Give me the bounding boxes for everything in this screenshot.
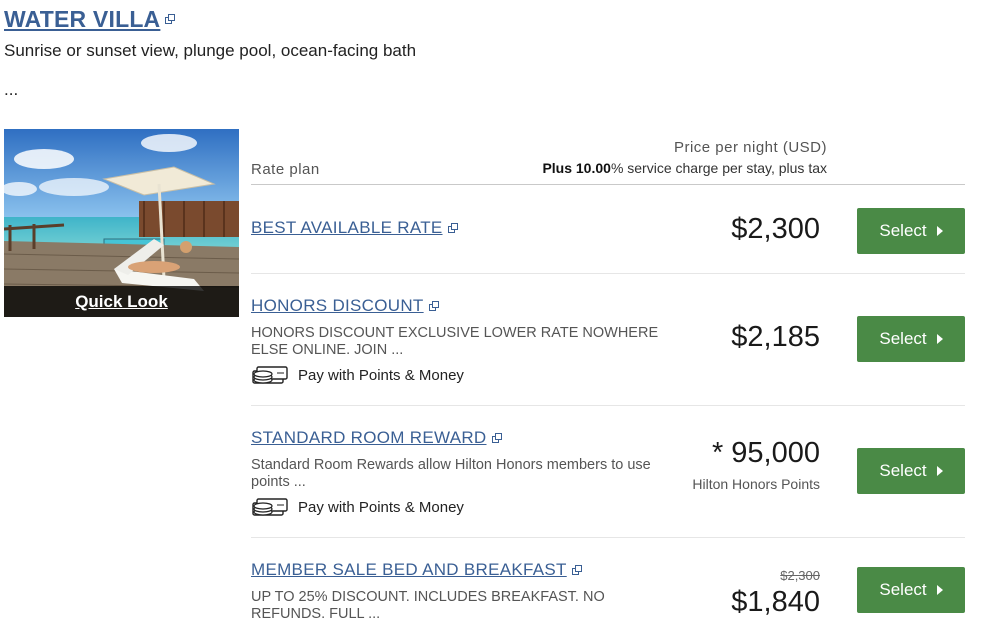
rate-points-price: * 95,000	[711, 437, 820, 469]
caret-right-icon	[936, 334, 943, 344]
service-charge-text: % service charge per stay, plus tax	[610, 160, 827, 176]
pay-with-points-money: Pay with Points & Money	[251, 364, 464, 386]
select-button[interactable]: Select	[857, 448, 965, 494]
rate-name-wrap: MEMBER SALE BED AND BREAKFAST	[251, 560, 583, 580]
pay-with-points-money: Pay with Points & Money	[251, 496, 464, 518]
points-money-icon	[252, 498, 288, 516]
rate-points-unit: Hilton Honors Points	[692, 476, 820, 492]
rate-name-wrap: STANDARD ROOM REWARD	[251, 428, 503, 448]
rate-description: UP TO 25% DISCOUNT. INCLUDES BREAKFAST. …	[251, 589, 605, 622]
pay-with-points-label: Pay with Points & Money	[298, 366, 464, 384]
select-button-label: Select	[879, 221, 927, 240]
rate-name-link[interactable]: STANDARD ROOM REWARD	[251, 428, 487, 448]
quick-look-link[interactable]: Quick Look	[75, 292, 168, 312]
rate-name-wrap: BEST AVAILABLE RATE	[251, 218, 459, 238]
original-price-strikethrough: $2,300	[780, 568, 820, 583]
select-button-label: Select	[879, 580, 927, 599]
select-button-label: Select	[879, 329, 927, 348]
caret-right-icon	[936, 466, 943, 476]
rate-price: $1,840	[731, 586, 820, 618]
rate-row: MEMBER SALE BED AND BREAKFAST UP TO 25% …	[251, 538, 965, 640]
rate-name-wrap: HONORS DISCOUNT	[251, 296, 440, 316]
rate-table-header: Rate plan Price per night (USD) Plus 10.…	[251, 135, 965, 185]
room-title-row: WATER VILLA	[4, 6, 176, 33]
rate-name-link[interactable]: BEST AVAILABLE RATE	[251, 218, 443, 238]
rate-plan-column-header: Rate plan	[251, 161, 320, 178]
rate-name-link[interactable]: MEMBER SALE BED AND BREAKFAST	[251, 560, 567, 580]
points-money-icon	[252, 366, 288, 384]
select-button[interactable]: Select	[857, 208, 965, 254]
external-link-icon[interactable]	[165, 14, 176, 25]
room-more-ellipsis[interactable]: ...	[4, 80, 18, 100]
pay-with-points-label: Pay with Points & Money	[298, 498, 464, 516]
select-button[interactable]: Select	[857, 316, 965, 362]
rate-price: $2,185	[731, 321, 820, 353]
service-charge-rate: Plus 10.00	[542, 160, 611, 176]
external-link-icon[interactable]	[447, 222, 459, 234]
rate-name-link[interactable]: HONORS DISCOUNT	[251, 296, 424, 316]
rate-row: HONORS DISCOUNT HONORS DISCOUNT EXCLUSIV…	[251, 274, 965, 406]
price-per-night-header: Price per night (USD)	[673, 139, 827, 156]
external-link-icon[interactable]	[491, 432, 503, 444]
caret-right-icon	[936, 226, 943, 236]
external-link-icon[interactable]	[571, 564, 583, 576]
external-link-icon[interactable]	[428, 300, 440, 312]
select-button-label: Select	[879, 461, 927, 480]
caret-right-icon	[936, 585, 943, 595]
select-button[interactable]: Select	[857, 567, 965, 613]
rate-description: HONORS DISCOUNT EXCLUSIVE LOWER RATE NOW…	[251, 325, 659, 358]
room-description: Sunrise or sunset view, plunge pool, oce…	[4, 41, 417, 60]
room-photo[interactable]: Quick Look	[4, 129, 239, 317]
service-charge-note: Plus 10.00% service charge per stay, plu…	[542, 160, 827, 176]
room-title-link[interactable]: WATER VILLA	[4, 6, 160, 33]
quick-look-bar: Quick Look	[4, 286, 239, 317]
rate-description: Standard Room Rewards allow Hilton Honor…	[251, 457, 651, 490]
rate-row: BEST AVAILABLE RATE $2,300 Select	[251, 186, 965, 274]
rate-row: STANDARD ROOM REWARD Standard Room Rewar…	[251, 406, 965, 538]
rate-price: $2,300	[731, 213, 820, 245]
